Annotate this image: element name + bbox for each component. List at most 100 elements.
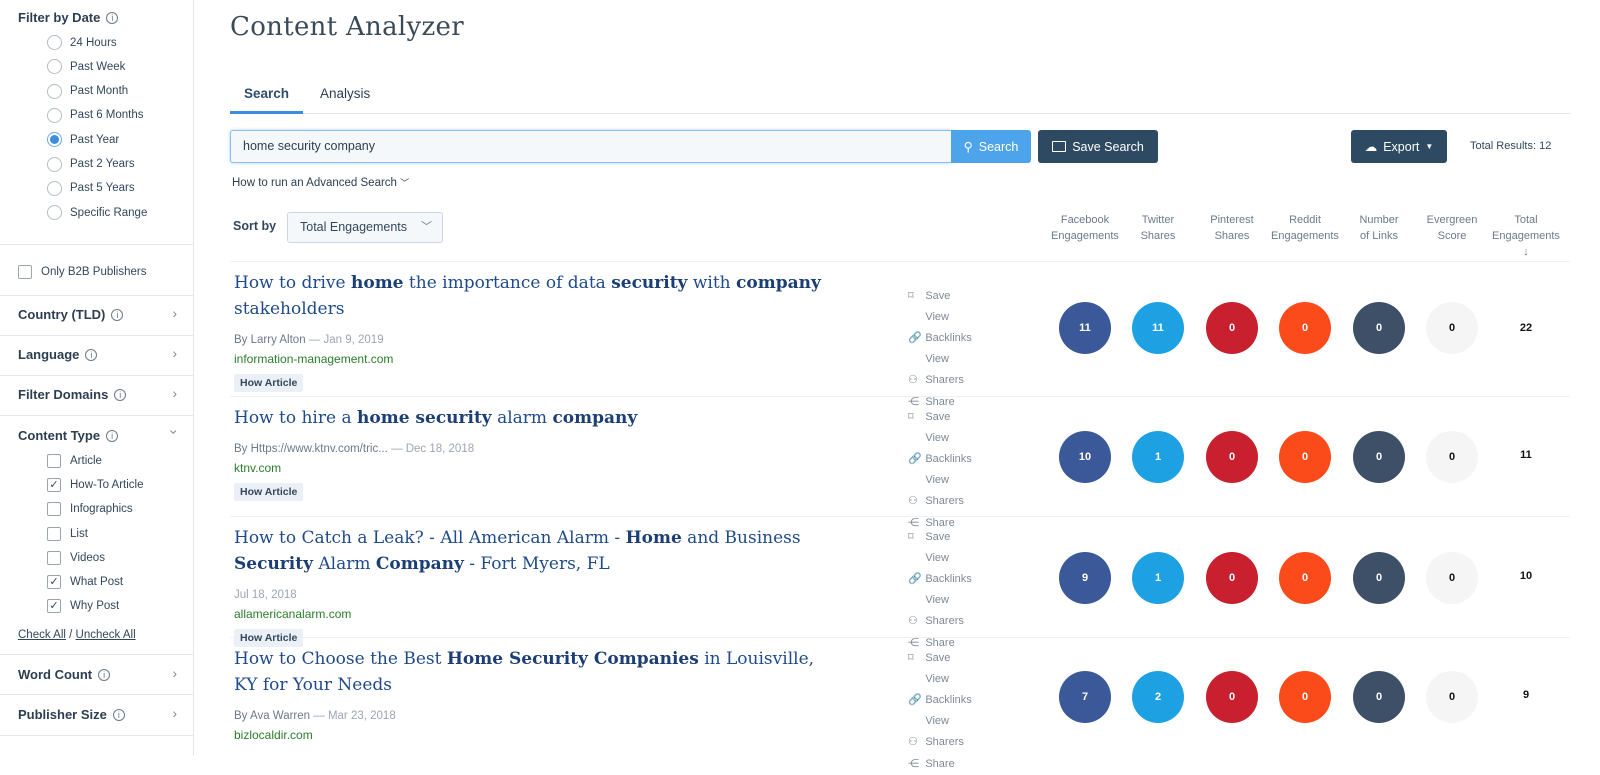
uncheck-all-link[interactable]: Uncheck All: [76, 629, 136, 641]
result-domain[interactable]: allamericanalarm.com: [234, 607, 351, 621]
checkbox-box[interactable]: [47, 526, 61, 541]
action-label: Save: [925, 531, 951, 543]
content-type-filter[interactable]: Content Type i: [18, 428, 119, 443]
advanced-search-link[interactable]: How to run an Advanced Search ﹀: [232, 176, 409, 189]
caret-down-icon: ▼: [1425, 142, 1434, 151]
publisher-size-filter[interactable]: Publisher Size i: [18, 707, 125, 722]
radio-button[interactable]: [47, 35, 62, 50]
action-view-backlinks[interactable]: 🔗 View Backlinks: [908, 548, 972, 590]
option-label: 24 Hours: [70, 36, 117, 49]
date-option[interactable]: 24 Hours: [47, 35, 117, 50]
radio-button[interactable]: [47, 132, 62, 148]
checkbox-box[interactable]: ✓: [47, 599, 61, 614]
chevron-right-icon[interactable]: ›: [172, 705, 177, 721]
user-icon: ⚇: [908, 374, 918, 386]
info-icon[interactable]: i: [85, 349, 98, 361]
date-option[interactable]: Past 6 Months: [47, 107, 144, 123]
date-option[interactable]: Past Year: [47, 132, 119, 148]
language-filter[interactable]: Language i: [18, 347, 98, 362]
checkbox-box[interactable]: ✓: [47, 478, 61, 493]
link-icon: 🔗: [908, 332, 922, 344]
info-icon[interactable]: i: [98, 669, 111, 681]
result-title[interactable]: How to Catch a Leak? - All American Alar…: [234, 525, 834, 577]
info-icon[interactable]: i: [114, 389, 127, 401]
chevron-right-icon[interactable]: ›: [172, 345, 177, 361]
content-type-badge: How Article: [234, 374, 304, 392]
chevron-down-icon[interactable]: ›: [167, 430, 183, 435]
search-button[interactable]: ⚲ Search: [951, 130, 1031, 163]
content-type-option[interactable]: List: [47, 526, 88, 541]
content-type-option[interactable]: Videos: [47, 550, 105, 565]
action-view-sharers[interactable]: ⚇ View Sharers: [908, 711, 964, 753]
result-domain[interactable]: ktnv.com: [234, 461, 281, 475]
filter-domains[interactable]: Filter Domains i: [18, 387, 127, 402]
radio-button[interactable]: [47, 59, 62, 75]
option-label: Article: [70, 455, 102, 467]
tab-analysis[interactable]: Analysis: [320, 86, 370, 101]
info-icon[interactable]: i: [111, 309, 124, 321]
evergreen-score: 0: [1426, 551, 1478, 604]
content-type-option[interactable]: ✓ What Post: [47, 575, 123, 589]
links-score: 0: [1353, 551, 1405, 604]
chevron-right-icon[interactable]: ›: [172, 385, 177, 401]
content-type-badge: How Article: [234, 483, 304, 501]
info-icon[interactable]: i: [106, 12, 119, 24]
radio-button[interactable]: [47, 107, 62, 123]
action-save[interactable]: ⌑ Save: [908, 647, 950, 669]
result-domain[interactable]: bizlocaldir.com: [234, 728, 313, 742]
result-meta: By Ava Warren — Mar 23, 2018: [234, 710, 396, 722]
action-save[interactable]: ⌑ Save: [908, 526, 951, 548]
b2b-checkbox[interactable]: Only B2B Publishers: [18, 265, 146, 279]
user-icon: ⚇: [908, 736, 918, 748]
checkbox-box[interactable]: [18, 265, 32, 279]
option-label: Videos: [70, 551, 105, 564]
radio-button[interactable]: [47, 205, 62, 221]
save-search-button[interactable]: Save Search: [1038, 130, 1158, 163]
chevron-right-icon[interactable]: ›: [172, 665, 177, 681]
checkbox-box[interactable]: [47, 550, 61, 565]
sort-select[interactable]: Total Engagements ﹀: [287, 212, 443, 243]
column-header[interactable]: Total Engagements ↓: [1481, 212, 1571, 260]
date-option[interactable]: Past 2 Years: [47, 156, 135, 172]
pinterest-score: 0: [1206, 671, 1258, 723]
country-filter[interactable]: Country (TLD) i: [18, 307, 178, 322]
action-view-backlinks[interactable]: 🔗 View Backlinks: [908, 428, 972, 470]
word-count-filter[interactable]: Word Count i: [18, 667, 111, 682]
content-type-option[interactable]: Infographics: [47, 502, 133, 517]
content-type-option[interactable]: Article: [47, 454, 102, 468]
date-option[interactable]: Specific Range: [47, 205, 147, 221]
check-all-link[interactable]: Check All: [18, 629, 66, 641]
date-option[interactable]: Past 5 Years: [47, 180, 135, 196]
radio-button[interactable]: [47, 156, 62, 172]
content-type-option[interactable]: ✓ How-To Article: [47, 478, 144, 493]
divider: [0, 694, 193, 695]
action-view-backlinks[interactable]: 🔗 View Backlinks: [908, 669, 972, 711]
checkbox-box[interactable]: ✓: [47, 575, 61, 589]
checkbox-box[interactable]: [47, 454, 61, 468]
action-save[interactable]: ⌑ Save: [908, 285, 950, 307]
info-icon[interactable]: i: [112, 709, 125, 721]
option-label: How-To Article: [70, 479, 144, 492]
date-option[interactable]: Past Month: [47, 83, 128, 99]
result-domain[interactable]: information-management.com: [234, 352, 393, 366]
search-input[interactable]: home security company: [230, 130, 952, 163]
date-option[interactable]: Past Week: [47, 59, 125, 75]
radio-button[interactable]: [47, 83, 62, 99]
content-type-option[interactable]: ✓ Why Post: [47, 599, 119, 614]
action-view-sharers[interactable]: ⚇ View Sharers: [908, 590, 964, 632]
tab-search[interactable]: Search: [230, 86, 304, 114]
checkbox-box[interactable]: [47, 502, 61, 517]
action-save[interactable]: ⌑ Save: [908, 406, 950, 428]
user-icon: ⚇: [908, 615, 918, 627]
radio-button[interactable]: [47, 180, 62, 196]
result-title[interactable]: How to hire a home security alarm compan…: [234, 405, 834, 431]
result-title[interactable]: How to drive home the importance of data…: [234, 270, 834, 322]
result-title[interactable]: How to Choose the Best Home Security Com…: [234, 646, 834, 698]
info-icon[interactable]: i: [106, 430, 119, 442]
action-share[interactable]: ⋲ Share: [908, 753, 955, 775]
export-button[interactable]: ☁ Export ▼: [1351, 130, 1447, 163]
chevron-right-icon[interactable]: ›: [172, 305, 177, 321]
action-view-backlinks[interactable]: 🔗 View Backlinks: [908, 307, 972, 349]
action-view-sharers[interactable]: ⚇ View Sharers: [908, 470, 964, 512]
action-view-sharers[interactable]: ⚇ View Sharers: [908, 349, 964, 391]
